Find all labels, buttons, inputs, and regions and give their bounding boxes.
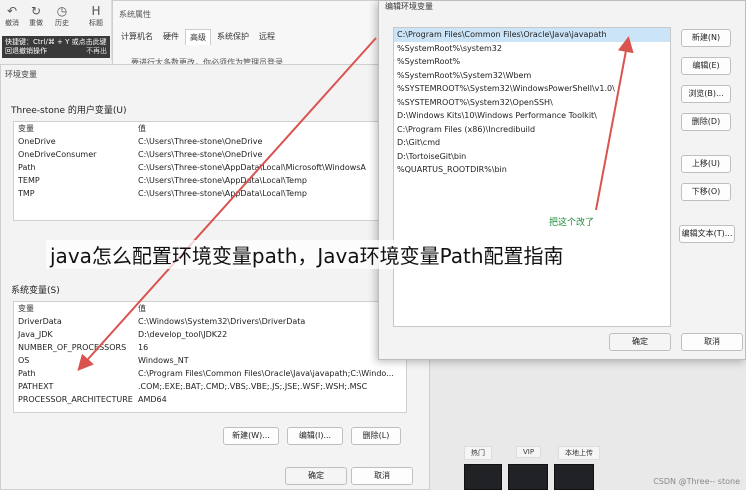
list-item[interactable]: %SYSTEMROOT%\System32\WindowsPowerShell\… xyxy=(394,82,670,96)
redo-tooltip: 快捷键：Ctrl/⌘ + Y 或点击此键 回退撤销操作 不再出 xyxy=(2,36,110,58)
tab-hardware[interactable]: 硬件 xyxy=(159,29,183,45)
system-vars-list[interactable]: 变量 值 DriverData C:\Windows\System32\Drive… xyxy=(13,301,407,413)
table-row[interactable]: Path C:\Program Files\Common Files\Oracle… xyxy=(14,367,406,380)
heading-button[interactable]: H 标题 xyxy=(84,4,108,28)
image-thumbnail[interactable] xyxy=(554,464,594,490)
tab-bar: 计算机名 硬件 高级 系统保护 远程 xyxy=(117,29,279,45)
window-title: 环境变量 xyxy=(5,70,37,79)
list-item[interactable]: %SYSTEMROOT%\System32\OpenSSH\ xyxy=(394,96,670,110)
delete-variable-button[interactable]: 删除(L) xyxy=(351,427,401,445)
annotation-note: 把这个改了 xyxy=(549,218,595,228)
table-row[interactable]: OneDrive C:\Users\Three-stone\OneDrive xyxy=(14,135,406,148)
new-variable-button[interactable]: 新建(W)... xyxy=(223,427,279,445)
list-item[interactable]: %QUARTUS_ROOTDIR%\bin xyxy=(394,163,670,177)
editor-toolbar: ↶ 撤消 ↻ 重做 ◷ 历史 H 标题 快捷键：Ctrl/⌘ + Y 或点击此键… xyxy=(0,0,112,60)
delete-path-button[interactable]: 删除(D) xyxy=(681,113,731,131)
edit-environment-variable-dialog: 编辑环境变量 C:\Program Files\Common Files\Ora… xyxy=(378,0,746,360)
undo-icon: ↶ xyxy=(6,4,18,18)
list-item[interactable]: %SystemRoot% xyxy=(394,55,670,69)
dialog-cancel-button[interactable]: 取消 xyxy=(681,333,743,351)
system-vars-label: 系统变量(S) xyxy=(11,286,60,296)
heading-icon: H xyxy=(91,4,101,18)
list-item[interactable]: D:\TortoiseGit\bin xyxy=(394,150,670,164)
dismiss-tooltip-link[interactable]: 不再出 xyxy=(86,47,107,56)
tab-advanced[interactable]: 高级 xyxy=(185,29,211,45)
table-row[interactable]: PATHEXT .COM;.EXE;.BAT;.CMD;.VBS;.VBE;.JS… xyxy=(14,380,406,393)
table-row[interactable]: TEMP C:\Users\Three-stone\AppData\Local\T… xyxy=(14,174,406,187)
list-item[interactable]: %SystemRoot%\System32\Wbem xyxy=(394,69,670,83)
move-down-button[interactable]: 下移(O) xyxy=(681,183,731,201)
list-item[interactable]: D:\Git\cmd xyxy=(394,136,670,150)
background-panel: 热门 VIP 本地上传 xyxy=(430,360,746,490)
edit-text-button[interactable]: 编辑文本(T)... xyxy=(679,225,735,243)
undo-button[interactable]: ↶ 撤消 xyxy=(0,4,24,28)
image-thumbnail[interactable] xyxy=(464,464,502,490)
list-item[interactable]: C:\Program Files (x86)\Incredibuild xyxy=(394,123,670,137)
table-row[interactable]: DriverData C:\Windows\System32\Drivers\Dr… xyxy=(14,315,406,328)
table-row[interactable]: Path C:\Users\Three-stone\AppData\Local\M… xyxy=(14,161,406,174)
tab-vip[interactable]: VIP xyxy=(516,446,542,458)
overlay-caption: java怎么配置环境变量path，Java环境变量Path配置指南 xyxy=(46,240,568,269)
table-row[interactable]: PROCESSOR_ARCHITECTURE AMD64 xyxy=(14,393,406,406)
browse-button[interactable]: 浏览(B)... xyxy=(681,85,731,103)
cancel-button[interactable]: 取消 xyxy=(351,467,413,485)
tab-system-protection[interactable]: 系统保护 xyxy=(213,29,253,45)
environment-variables-window: 环境变量 Three-stone 的用户变量(U) 变量 值 OneDrive C… xyxy=(0,64,430,490)
table-row[interactable]: TMP C:\Users\Three-stone\AppData\Local\Te… xyxy=(14,187,406,200)
table-row[interactable]: NUMBER_OF_PROCESSORS 16 xyxy=(14,341,406,354)
redo-button[interactable]: ↻ 重做 xyxy=(24,4,48,28)
new-path-button[interactable]: 新建(N) xyxy=(681,29,731,47)
table-row[interactable]: OneDriveConsumer C:\Users\Three-stone\One… xyxy=(14,148,406,161)
table-row[interactable]: Java_JDK D:\develop_tool\JDK22 xyxy=(14,328,406,341)
ok-button[interactable]: 确定 xyxy=(285,467,347,485)
list-header: 变量 值 xyxy=(18,304,146,313)
system-properties-window: 系统属性 计算机名 硬件 高级 系统保护 远程 要进行大多数更改，你必须作为管理… xyxy=(112,0,382,70)
history-icon: ◷ xyxy=(56,4,68,18)
list-header: 变量 值 xyxy=(18,124,146,133)
history-button[interactable]: ◷ 历史 xyxy=(50,4,74,28)
user-vars-list[interactable]: 变量 值 OneDrive C:\Users\Three-stone\OneDri… xyxy=(13,121,407,221)
list-item[interactable]: C:\Program Files\Common Files\Oracle\Jav… xyxy=(394,28,670,42)
window-title: 系统属性 xyxy=(119,10,151,19)
tab-computer-name[interactable]: 计算机名 xyxy=(117,29,157,45)
table-row[interactable]: OS Windows_NT xyxy=(14,354,406,367)
user-vars-label: Three-stone 的用户变量(U) xyxy=(11,106,127,116)
tab-local-upload[interactable]: 本地上传 xyxy=(558,446,600,460)
move-up-button[interactable]: 上移(U) xyxy=(681,155,731,173)
edit-variable-button[interactable]: 编辑(I)... xyxy=(287,427,343,445)
tab-remote[interactable]: 远程 xyxy=(255,29,279,45)
dialog-ok-button[interactable]: 确定 xyxy=(609,333,671,351)
image-thumbnail[interactable] xyxy=(508,464,548,490)
edit-path-button[interactable]: 编辑(E) xyxy=(681,57,731,75)
tab-hot[interactable]: 热门 xyxy=(464,446,492,460)
list-item[interactable]: D:\Windows Kits\10\Windows Performance T… xyxy=(394,109,670,123)
path-entries-list[interactable]: C:\Program Files\Common Files\Oracle\Jav… xyxy=(393,27,671,327)
watermark: CSDN @Three-- stone xyxy=(653,477,740,486)
dialog-title: 编辑环境变量 xyxy=(385,2,433,11)
redo-icon: ↻ xyxy=(30,4,42,18)
list-item[interactable]: %SystemRoot%\system32 xyxy=(394,42,670,56)
